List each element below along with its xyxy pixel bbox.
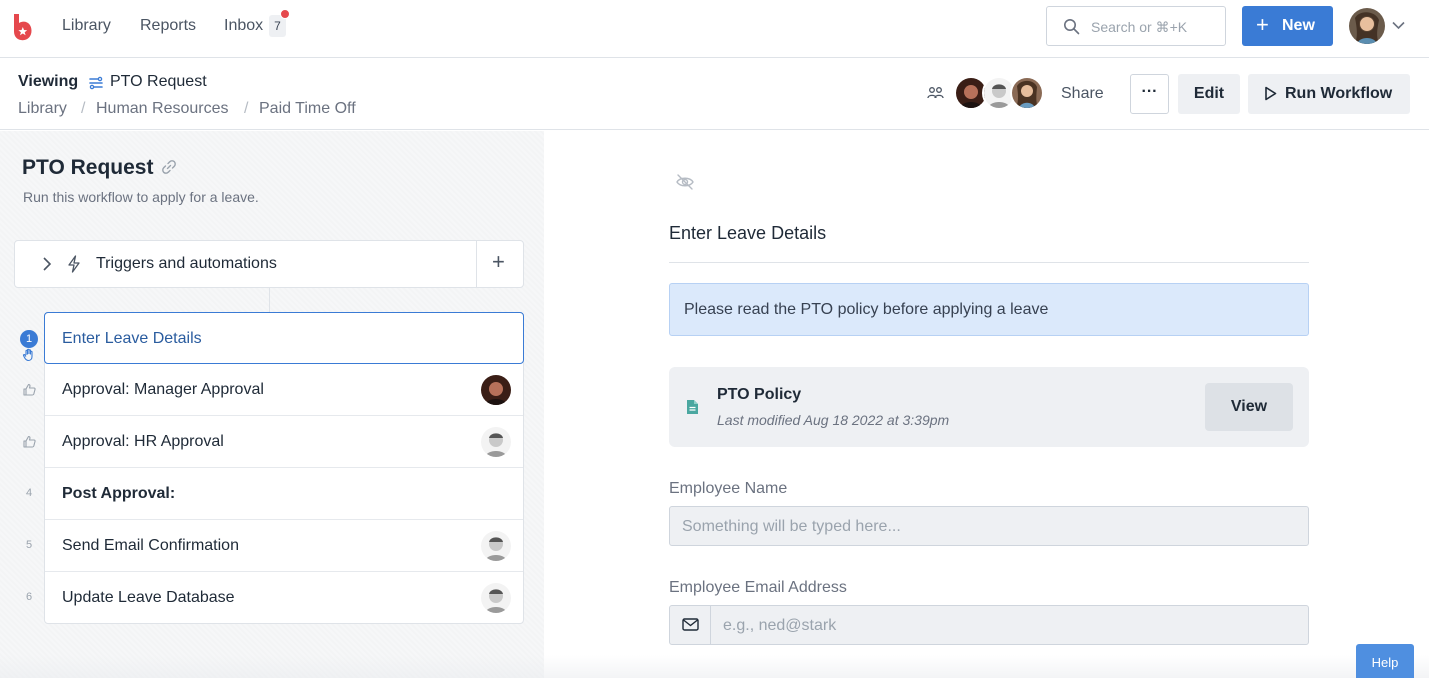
breadcrumb-separator: / (81, 100, 86, 117)
employee-email-placeholder: e.g., ned@stark (723, 617, 837, 634)
top-navigation: Library Reports Inbox 7 Search or ⌘+K + … (0, 0, 1429, 58)
step-label: Approval: HR Approval (62, 433, 224, 450)
breadcrumb-library[interactable]: Library (18, 100, 67, 118)
chevron-down-icon[interactable] (1392, 21, 1405, 30)
breadcrumb-separator: / (244, 100, 249, 117)
workflow-icon (89, 76, 103, 90)
workflow-title: PTO Request (22, 156, 154, 179)
link-icon[interactable] (161, 159, 177, 175)
step-update-leave-database[interactable]: Update Leave Database (45, 572, 523, 624)
email-addon (670, 606, 711, 644)
step-label: Enter Leave Details (62, 330, 202, 347)
step-label: Approval: Manager Approval (62, 381, 264, 398)
scroll-fade (0, 655, 1429, 678)
share-button[interactable]: Share (1061, 85, 1104, 103)
step-post-approval[interactable]: Post Approval: (45, 468, 523, 520)
workflow-header: Viewing PTO Request Library / Human Reso… (0, 59, 1429, 130)
info-notice: Please read the PTO policy before applyi… (669, 283, 1309, 336)
run-workflow-label: Run Workflow (1285, 85, 1393, 102)
step-list: Enter Leave Details Approval: Manager Ap… (44, 312, 524, 624)
more-options-button[interactable]: ··· (1130, 74, 1169, 114)
workflow-description: Run this workflow to apply for a leave. (23, 189, 259, 205)
workflow-outline-panel: PTO Request Run this workflow to apply f… (0, 131, 544, 678)
employee-name-label: Employee Name (669, 480, 788, 497)
step-send-email-confirmation[interactable]: Send Email Confirmation (45, 520, 523, 572)
triggers-label: Triggers and automations (96, 255, 277, 272)
assignee-avatar (481, 531, 511, 561)
notice-text: Please read the PTO policy before applyi… (684, 301, 1049, 318)
document-name: PTO Policy (717, 386, 802, 403)
form-title: Enter Leave Details (669, 223, 827, 243)
triggers-and-automations[interactable]: Triggers and automations + (14, 240, 524, 288)
employee-name-placeholder: Something will be typed here... (682, 518, 901, 535)
document-card: PTO Policy Last modified Aug 18 2022 at … (669, 367, 1309, 447)
step-number: 5 (25, 539, 33, 551)
nav-library[interactable]: Library (62, 17, 111, 35)
hand-icon (22, 348, 33, 362)
step-connector (269, 288, 270, 312)
assignee-avatar (481, 427, 511, 457)
step-number: 4 (25, 487, 33, 499)
step-label: Send Email Confirmation (62, 537, 239, 554)
breadcrumb-paid-time-off[interactable]: Paid Time Off (259, 100, 356, 118)
help-button[interactable]: Help (1356, 644, 1414, 678)
employee-email-field[interactable]: e.g., ned@stark (669, 605, 1309, 645)
viewing-label: Viewing (18, 73, 79, 90)
step-number: 6 (25, 591, 33, 603)
people-icon[interactable] (927, 86, 944, 100)
step-form-panel: Enter Leave Details Please read the PTO … (544, 131, 1429, 678)
hidden-eye-icon[interactable] (675, 172, 695, 192)
notification-dot (280, 9, 290, 19)
new-button-label: New (1282, 17, 1315, 34)
run-workflow-button[interactable]: Run Workflow (1248, 74, 1410, 114)
thumbs-up-icon (23, 435, 36, 448)
step-label: Update Leave Database (62, 589, 235, 606)
document-icon (687, 400, 698, 414)
plus-icon: + (1256, 12, 1269, 37)
app-logo[interactable] (10, 12, 34, 42)
lightning-icon (68, 255, 80, 273)
employee-name-field[interactable]: Something will be typed here... (669, 506, 1309, 546)
view-document-button[interactable]: View (1205, 383, 1293, 431)
breadcrumb-human-resources[interactable]: Human Resources (96, 100, 229, 118)
chevron-right-icon[interactable] (42, 256, 52, 272)
divider (476, 241, 477, 287)
workflow-name: PTO Request (110, 73, 207, 90)
search-icon (1064, 19, 1080, 35)
step-hr-approval[interactable]: Approval: HR Approval (45, 416, 523, 468)
edit-button[interactable]: Edit (1178, 74, 1240, 114)
assignee-avatar (481, 375, 511, 405)
nav-inbox[interactable]: Inbox (224, 17, 263, 35)
active-step-number: 1 (20, 330, 38, 348)
step-enter-leave-details[interactable]: Enter Leave Details (44, 312, 524, 364)
play-icon (1265, 86, 1277, 101)
new-button[interactable]: + New (1242, 6, 1333, 46)
document-modified: Last modified Aug 18 2022 at 3:39pm (717, 412, 950, 428)
assignee-avatar (481, 583, 511, 613)
thumbs-up-icon (23, 383, 36, 396)
collaborator-avatar[interactable] (1010, 76, 1044, 110)
nav-reports[interactable]: Reports (140, 17, 196, 35)
employee-email-label: Employee Email Address (669, 579, 847, 596)
step-label: Post Approval: (62, 485, 176, 502)
search-placeholder: Search or ⌘+K (1091, 19, 1188, 35)
add-trigger-button[interactable]: + (492, 251, 505, 273)
step-manager-approval[interactable]: Approval: Manager Approval (45, 364, 523, 416)
user-avatar[interactable] (1349, 8, 1385, 44)
divider (669, 262, 1309, 263)
search-input[interactable]: Search or ⌘+K (1046, 6, 1226, 46)
envelope-icon (682, 618, 699, 631)
